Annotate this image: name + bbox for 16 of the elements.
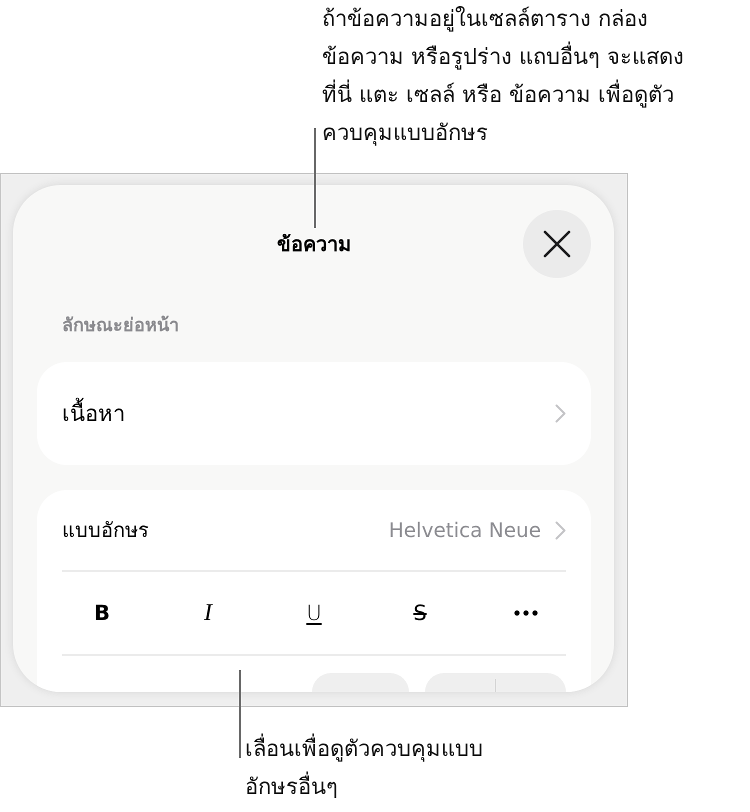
value-field[interactable] (312, 673, 409, 692)
callout-text: เลื่อนเพื่อดูตัวควบคุมแบบ อักษรอื่นๆ (245, 731, 483, 807)
sheet-title: ข้อความ (277, 231, 351, 258)
underline-button[interactable]: U (298, 596, 330, 630)
chevron-icon (555, 520, 566, 540)
paragraph-style-card[interactable]: เนื้อหา (37, 362, 591, 465)
paragraph-style-label: เนื้อหา (62, 396, 125, 431)
section-label: ลักษณะย่อหน้า (61, 314, 180, 338)
close-icon (543, 230, 571, 258)
bold-button[interactable]: B (86, 596, 118, 630)
italic-button[interactable]: I (196, 596, 220, 630)
more-icon (514, 610, 538, 616)
callout-text: ถ้าข้อความอยู่ในเซลล์ตาราง กล่อง ข้อความ หรือรูปร่าง แถบอื่นๆ จะแสดง ที่นี่ แตะ เซลล์ หรือ ข้อความ เพื่อดูตัว ควบคุมแบบอักษร (322, 5, 684, 148)
chevron-icon (555, 404, 566, 423)
strikethrough-button[interactable]: S (405, 596, 435, 630)
font-label: แบบอักษร (62, 517, 149, 544)
